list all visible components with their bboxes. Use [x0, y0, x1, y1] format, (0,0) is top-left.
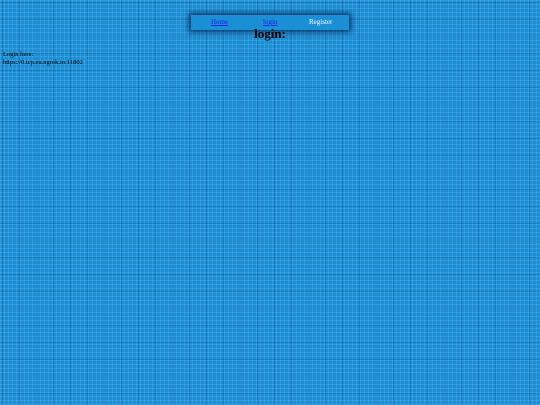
- login-info: Login here: https://0.tcp.eu.ngrok.io:11…: [3, 51, 83, 67]
- login-url-text: https://0.tcp.eu.ngrok.io:11802: [3, 59, 83, 66]
- login-here-label: Login here:: [3, 51, 34, 58]
- page-title: login:: [254, 26, 286, 41]
